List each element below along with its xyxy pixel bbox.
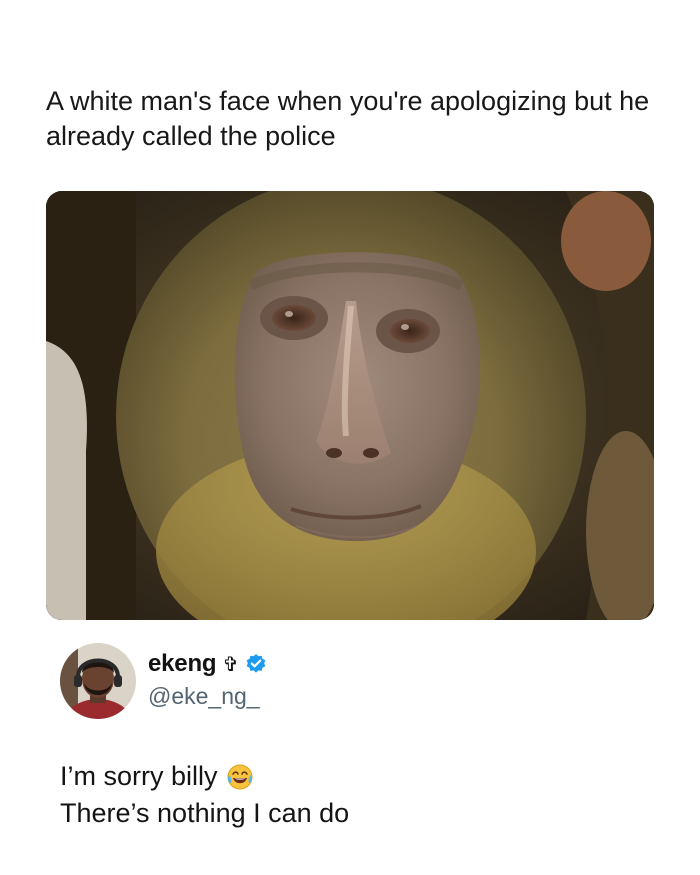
meme-caption: A white man's face when you're apologizi… [46,86,650,151]
tweet-line-text: There’s nothing I can do [60,798,350,828]
meme-photo [46,191,654,620]
tweet-author[interactable]: ekeng ✞ @eke_ng_ [60,641,460,721]
tweet-line-text: I’m sorry billy [60,761,218,791]
tweet-text: I’m sorry billy There’s nothing I can do [60,758,660,832]
display-name-row: ekeng ✞ [148,649,267,679]
display-name[interactable]: ekeng [148,650,217,678]
cross-symbol: ✞ [222,652,240,676]
user-handle[interactable]: @eke_ng_ [148,683,260,710]
face-with-tears-of-joy-icon [226,763,254,791]
avatar-photo [60,643,136,719]
tweet-line-1: I’m sorry billy [60,758,660,795]
verified-badge-icon [245,653,267,675]
avatar[interactable] [60,643,136,719]
monkey-face-photo [46,191,654,620]
tweet-line-2: There’s nothing I can do [60,795,660,832]
